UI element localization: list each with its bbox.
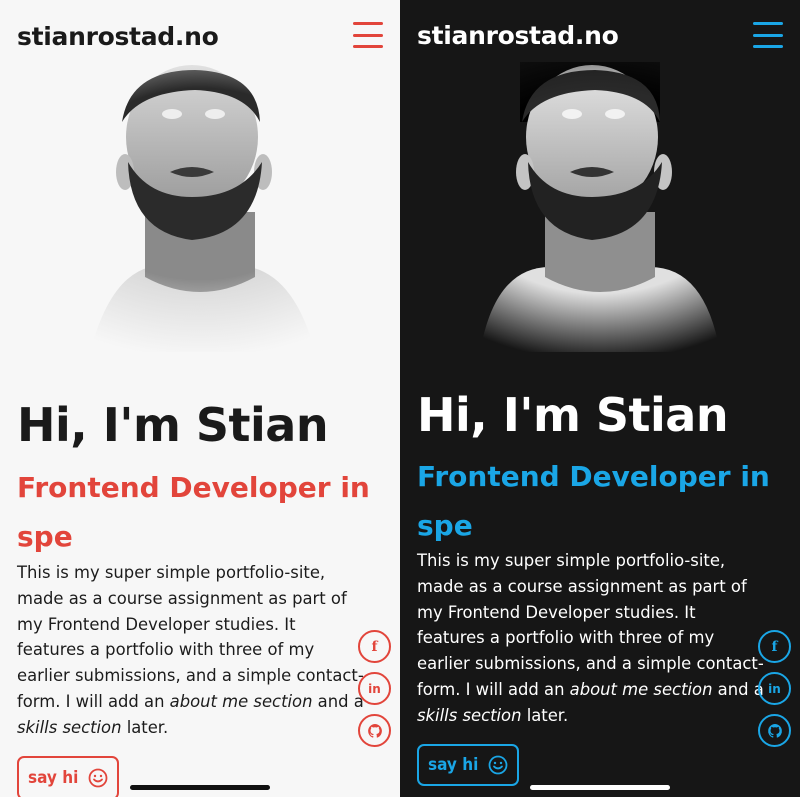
say-hi-button[interactable]: say hi	[417, 744, 520, 786]
site-title[interactable]: stianrostad.no	[417, 21, 619, 50]
intro-emphasis-about: about me section	[169, 691, 313, 711]
facebook-icon[interactable]: f	[358, 630, 391, 663]
linkedin-glyph: in	[368, 681, 381, 696]
portrait-photo	[0, 62, 400, 352]
intro-emphasis-skills: skills section	[417, 705, 522, 725]
intro-emphasis-skills: skills section	[17, 717, 122, 737]
intro-paragraph: This is my super simple portfolio-site, …	[17, 560, 367, 741]
intro-emphasis-about: about me section	[569, 679, 713, 699]
social-links: f in	[758, 630, 791, 747]
hamburger-menu-icon[interactable]	[353, 22, 383, 48]
say-hi-label: say hi	[28, 768, 79, 788]
say-hi-label: say hi	[428, 755, 479, 775]
smiley-icon	[488, 755, 508, 775]
home-indicator	[530, 785, 670, 790]
intro-text: later.	[521, 705, 569, 725]
facebook-glyph: f	[771, 638, 778, 655]
facebook-glyph: f	[371, 638, 378, 655]
smiley-icon	[88, 768, 108, 788]
subtitle: Frontend Developer in spe	[17, 471, 370, 553]
intro-text: This is my super simple portfolio-site, …	[17, 563, 364, 711]
light-theme-panel: stianrostad.no Hi, I'm Stian Frontend De…	[0, 0, 400, 797]
github-glyph	[767, 723, 782, 738]
intro-text: and a	[712, 679, 764, 699]
facebook-icon[interactable]: f	[758, 630, 791, 663]
linkedin-icon[interactable]: in	[358, 672, 391, 705]
intro-text: and a	[312, 691, 364, 711]
site-title[interactable]: stianrostad.no	[17, 22, 219, 51]
hero-title: Hi, I'm Stian	[417, 388, 729, 442]
home-indicator	[130, 785, 270, 790]
hamburger-menu-icon[interactable]	[753, 22, 783, 48]
hero-title: Hi, I'm Stian	[17, 398, 329, 452]
intro-text: later.	[121, 717, 169, 737]
linkedin-icon[interactable]: in	[758, 672, 791, 705]
github-icon[interactable]	[358, 714, 391, 747]
intro-text: This is my super simple portfolio-site, …	[417, 551, 764, 699]
github-glyph	[367, 723, 382, 738]
dark-theme-panel: stianrostad.no Hi, I'm Stian Frontend De…	[400, 0, 800, 797]
github-icon[interactable]	[758, 714, 791, 747]
linkedin-glyph: in	[768, 681, 781, 696]
intro-paragraph: This is my super simple portfolio-site, …	[417, 548, 767, 729]
portrait-photo	[400, 62, 800, 352]
subtitle: Frontend Developer in spe	[417, 460, 770, 542]
say-hi-button[interactable]: say hi	[17, 756, 120, 797]
social-links: f in	[358, 630, 391, 747]
